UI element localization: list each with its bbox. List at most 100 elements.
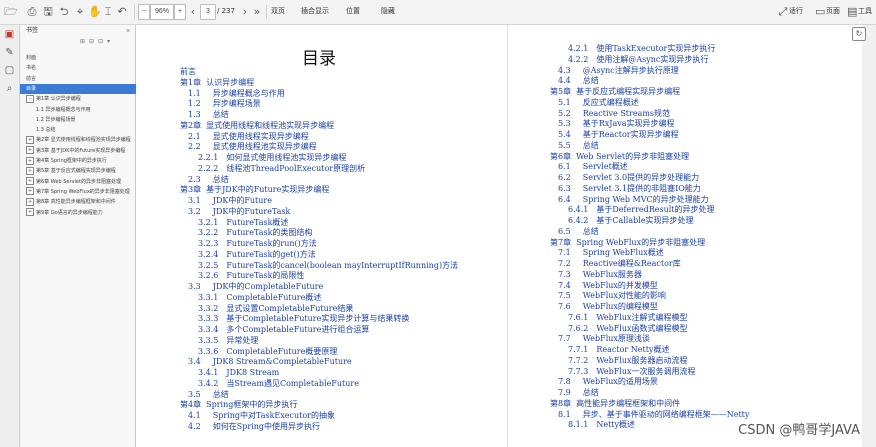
zoom-in-button[interactable]: + [174,4,186,20]
close-icon[interactable]: × [126,25,130,38]
hand-tool-icon[interactable]: ✋ [88,4,102,19]
toc-entry[interactable]: 6.2 Servlet 3.0提供的异步处理能力 [558,173,699,183]
attachment-icon[interactable]: ⌕ [4,83,15,94]
toc-entry[interactable]: 5.1 反应式编程概述 [558,98,639,108]
sidebar-item[interactable]: 封面 [20,53,141,63]
toc-entry[interactable]: 3.2.2 FutureTask的类图结构 [198,228,312,238]
toc-entry[interactable]: 2.2.2 线程池ThreadPoolExecutor原理剖析 [198,164,365,174]
toc-entry[interactable]: 1.1 异步编程概念与作用 [188,89,285,99]
toc-entry[interactable]: 8.1.1 Netty概述 [568,420,635,430]
select-cursor-icon[interactable]: ⌖ [74,4,86,19]
bookmark-icon[interactable]: ▣ [4,29,15,40]
toc-entry[interactable]: 7.3 WebFlux服务器 [558,270,642,280]
toc-entry[interactable]: 2.2.1 如何显式使用线程池实现异步编程 [198,153,346,163]
position-button[interactable]: 位置 [346,5,360,18]
sidebar-item[interactable]: + 第8章 高性能异步编程框架和中间件 [20,197,141,207]
toc-entry[interactable]: 7.6.2 WebFlux函数式编程模型 [568,324,688,334]
toc-entry[interactable]: 7.4 WebFlux的并发模型 [558,281,658,291]
toc-entry[interactable]: 3.4 JDK8 Stream&CompletableFuture [188,357,352,367]
sidebar-item[interactable]: + 第2章 显式使用线程和线程池实现异步编程 [20,135,141,145]
toc-entry[interactable]: 5.4 基于Reactor实现异步编程 [558,130,679,140]
toc-entry[interactable]: 3.4.2 当Stream遇见CompletableFuture [198,379,359,389]
expand-icon[interactable]: + [26,166,34,175]
expand-icon[interactable]: + [26,146,34,155]
toc-entry[interactable]: 第5章 基于反应式编程实现异步编程 [550,87,680,97]
toc-entry[interactable]: 3.2.1 FutureTask概述 [198,218,288,228]
sidebar-item[interactable]: + 第4章 Spring框架中的异步执行 [20,156,141,166]
expand-icon[interactable]: + [26,135,34,144]
scrollbar[interactable]: ↻ [852,25,876,447]
toc-entry[interactable]: 7.8 WebFlux的适用场景 [558,377,658,387]
toc-entry[interactable]: 4.2 如何在Spring中使用异步执行 [188,422,320,432]
print-icon[interactable]: ⎙ [26,4,38,19]
toc-entry[interactable]: 7.1 Spring WebFlux概述 [558,248,664,258]
toc-entry[interactable]: 3.3.1 CompletableFuture概述 [198,293,321,303]
toc-entry[interactable]: 3.3.4 多个CompletableFuture进行组合运算 [198,325,369,335]
toc-entry[interactable]: 4.1 Spring中对TaskExecutor的抽象 [188,411,335,421]
toc-entry[interactable]: 3.1 JDK中的Future [188,196,272,206]
toc-entry[interactable]: 第8章 高性能异步编程框架和中间件 [550,399,680,409]
toc-entry[interactable]: 7.6.1 WebFlux注解式编程模型 [568,313,688,323]
toc-entry[interactable]: 第7章 Spring WebFlux的异步非阻塞处理 [550,238,705,248]
toc-entry[interactable]: 6.1 Servlet概述 [558,162,628,172]
toc-entry[interactable]: 3.2.5 FutureTask的cancel(boolean mayInterr… [198,261,458,271]
fit-icon[interactable]: ⤢ [778,4,788,19]
toc-entry[interactable]: 7.5 WebFlux对性能的影响 [558,291,666,301]
annotation-icon[interactable]: ✎ [4,47,15,58]
toc-entry[interactable]: 第6章 Web Servlet的异步非阻塞处理 [550,152,689,162]
toc-entry[interactable]: 第4章 Spring框架中的异步执行 [180,400,297,410]
toc-entry[interactable]: 7.7.2 WebFlux服务器启动流程 [568,356,688,366]
toc-entry[interactable]: 前言 [180,67,201,77]
thumbnail-icon[interactable]: ▢ [4,65,15,76]
open-file-icon[interactable]: 🗁 [4,4,18,19]
toc-entry[interactable]: 6.4 Spring Web MVC的异步处理能力 [558,195,709,205]
toc-entry[interactable]: 6.3 Servlet 3.1提供的非阻塞IO能力 [558,184,701,194]
back-arrow-icon[interactable]: ⮌ [58,4,70,19]
toc-entry[interactable]: 3.3.5 异常处理 [198,336,258,346]
expand-icon[interactable]: + [26,177,34,186]
toc-entry[interactable]: 4.2.1 使用TaskExecutor实现异步执行 [568,44,715,54]
toc-entry[interactable]: 3.2.6 FutureTask的局限性 [198,271,304,281]
hide-button[interactable]: 隐藏 [381,5,395,18]
toc-entry[interactable]: 1.3 总结 [188,110,229,120]
page-view-icon[interactable]: ▭ [815,4,825,19]
sidebar-item[interactable]: + 第7章 Spring WebFlux的异步非阻塞处理 [20,187,141,197]
sidebar-tools[interactable]: ⊞⊟⊡▾ [80,38,130,48]
page-view-button[interactable]: 页面 [826,5,840,18]
sidebar-item[interactable]: + 第3章 基于JDK中的Future实现异步编程 [20,146,141,156]
sidebar-item[interactable]: 1.3 总结 [20,125,151,135]
fit-display-button[interactable]: 插合显示 [301,5,329,18]
double-page-button[interactable]: 双页 [271,5,285,18]
expand-icon[interactable]: + [26,197,34,206]
toc-entry[interactable]: 6.4.2 基于Callable实现异步处理 [568,216,694,226]
prev-page-icon[interactable]: ‹ [188,4,198,19]
refresh-icon[interactable]: ↻ [852,27,866,41]
fit-width-button[interactable]: 适行 [789,5,803,18]
zoom-select[interactable]: 96% [150,4,174,20]
toc-entry[interactable]: 第2章 显式使用线程和线程池实现异步编程 [180,121,334,131]
toc-entry[interactable]: 6.5 总结 [558,227,599,237]
sidebar-item[interactable]: − 第1章 认识异步编程 [20,94,141,104]
toc-entry[interactable]: 3.2.4 FutureTask的get()方法 [198,250,316,260]
toc-entry[interactable]: 3.3.6 CompletableFuture概要原理 [198,347,337,357]
sidebar-item[interactable]: + 第6章 Web Servlet的异步非阻塞处理 [20,177,141,187]
toc-entry[interactable]: 8.1 异步、基于事件驱动的网络编程框架——Netty [558,410,749,420]
toc-entry[interactable]: 5.3 基于RxJava实现异步编程 [558,119,675,129]
toc-entry[interactable]: 3.2.3 FutureTask的run()方法 [198,239,317,249]
sidebar-item[interactable]: 书名 [20,63,141,73]
sidebar-item[interactable]: + 第5章 基于反应式编程实现异步编程 [20,166,141,176]
zoom-out-button[interactable]: − [138,4,150,20]
collapse-icon[interactable]: − [26,94,34,103]
page-number-input[interactable]: 3 [200,4,216,20]
sidebar-item[interactable]: 目录 [20,83,141,94]
toc-entry[interactable]: 3.3.2 显式设置CompletableFuture结果 [198,304,353,314]
sidebar-item[interactable]: 前言 [20,74,141,84]
next-page-icon[interactable]: › [240,4,250,19]
tools-button[interactable]: 工具 [858,5,872,18]
toc-entry[interactable]: 2.1 显式使用线程实现异步编程 [188,132,309,142]
expand-icon[interactable]: + [26,187,34,196]
save-icon[interactable]: 🖫 [42,4,54,19]
toc-entry[interactable]: 7.2 Reactive编程&Reactor库 [558,259,681,269]
toc-entry[interactable]: 7.7.1 Reactor Netty概述 [568,345,669,355]
toc-entry[interactable]: 7.6 WebFlux的编程模型 [558,302,658,312]
